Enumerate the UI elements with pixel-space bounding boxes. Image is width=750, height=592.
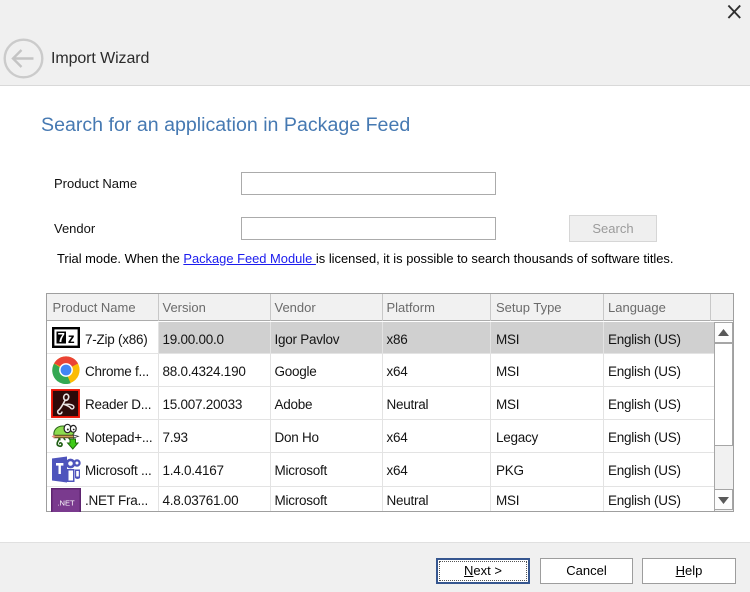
svg-text:.NET: .NET — [57, 499, 75, 508]
svg-text:7: 7 — [58, 330, 65, 345]
svg-text:z: z — [68, 331, 75, 346]
